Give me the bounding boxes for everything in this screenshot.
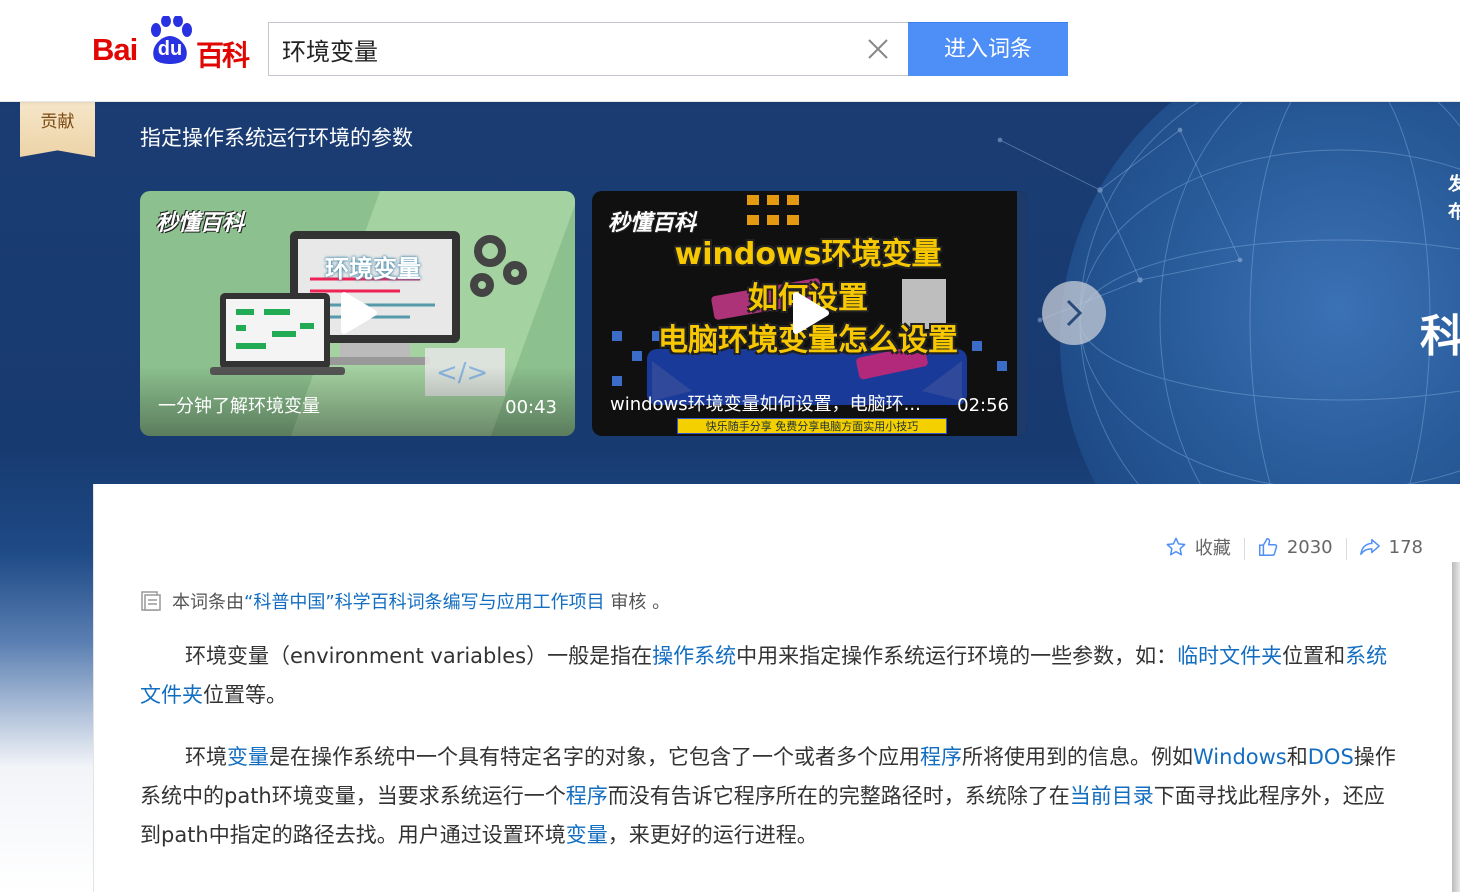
- paragraph-text: 所将使用到的信息。例如: [962, 745, 1193, 769]
- link-operating-system[interactable]: 操作系统: [652, 644, 736, 668]
- contribution-badge[interactable]: 贡献: [20, 102, 95, 157]
- baidu-baike-logo[interactable]: Bai du 百科: [90, 14, 256, 72]
- review-suffix: 审核 。: [604, 592, 671, 613]
- favorite-label: 收藏: [1194, 538, 1231, 559]
- search-input[interactable]: [269, 23, 849, 75]
- share-count: 178: [1388, 536, 1423, 558]
- paragraph-text: 和: [1286, 745, 1308, 769]
- side-panel-edge: [1452, 562, 1460, 892]
- paragraph: 环境变量是在操作系统中一个具有特定名字的对象，它包含了一个或者多个应用程序所将使…: [140, 738, 1402, 855]
- paragraph-text: 位置等。: [203, 683, 287, 707]
- thumbnail-headline: windows环境变量: [674, 237, 942, 272]
- paragraph-text: 中用来指定操作系统运行环境的一些参数，如：: [736, 644, 1178, 668]
- play-icon[interactable]: [790, 291, 830, 335]
- close-icon[interactable]: [867, 38, 889, 60]
- thumbnail-title: 环境变量: [325, 255, 421, 283]
- hero-side-text: 科: [1420, 311, 1460, 362]
- paragraph-text: 而没有告诉它程序所在的完整路径时，系统除了在: [607, 784, 1070, 808]
- video-title: windows环境变量如何设置，电脑环...: [610, 394, 921, 415]
- video-title: 一分钟了解环境变量: [158, 396, 320, 417]
- paragraph-text: 是在操作系统中一个具有特定名字的对象，它包含了一个或者多个应用: [269, 745, 920, 769]
- link-temp-folder[interactable]: 临时文件夹: [1177, 644, 1282, 668]
- video-duration: 02:56: [957, 395, 1009, 416]
- share-button[interactable]: 178: [1345, 536, 1436, 560]
- contribution-label: 贡献: [40, 112, 75, 132]
- enter-entry-button[interactable]: 进入词条: [908, 22, 1068, 76]
- link-variable[interactable]: 变量: [566, 823, 608, 847]
- paragraph-text: 环境: [185, 745, 227, 769]
- video-brand: 秒懂百科: [156, 211, 245, 236]
- video-duration: 00:43: [505, 397, 557, 418]
- video-card[interactable]: </> 环境变量 秒懂百科 一分钟了解环境变量 00:43: [140, 191, 575, 436]
- link-current-directory[interactable]: 当前目录: [1070, 784, 1154, 808]
- entry-subtitle: 指定操作系统运行环境的参数: [140, 126, 413, 150]
- thumbs-up-icon: [1258, 538, 1278, 556]
- link-program[interactable]: 程序: [566, 784, 608, 808]
- review-note: 本词条由“科普中国”科学百科词条编写与应用工作项目 审核 。: [140, 588, 670, 614]
- thumbnail-banner: 快乐随手分享 免费分享电脑方面实用小技巧: [677, 418, 947, 434]
- paragraph-text: 环境变量（environment variables）一般是指在: [185, 644, 653, 668]
- document-icon: [141, 591, 161, 611]
- play-icon[interactable]: [338, 291, 378, 335]
- search-box: [268, 22, 908, 76]
- link-program[interactable]: 程序: [920, 745, 962, 769]
- review-prefix: 本词条由: [172, 592, 244, 613]
- action-bar: 收藏 2030 178: [1152, 534, 1436, 560]
- carousel-next-button[interactable]: [1042, 281, 1106, 345]
- link-windows[interactable]: Windows: [1193, 745, 1287, 769]
- paragraph: 环境变量（environment variables）一般是指在操作系统中用来指…: [140, 637, 1402, 715]
- video-card[interactable]: 秒懂百科 windows环境变量 如何设置 电脑环境变量怎么设置 快乐随手分享 …: [592, 191, 1027, 436]
- chevron-right-icon: [1066, 299, 1083, 327]
- like-button[interactable]: 2030: [1243, 536, 1346, 560]
- review-project-link[interactable]: “科普中国”科学百科词条编写与应用工作项目: [244, 592, 605, 613]
- hero-side-text: 布: [1448, 202, 1460, 223]
- entry-content: 收藏 2030 178 本词条由“科普中国”科学百科词条编写与应用工作项目 审核…: [93, 484, 1460, 892]
- star-icon: [1166, 537, 1186, 556]
- link-dos[interactable]: DOS: [1308, 745, 1354, 769]
- favorite-button[interactable]: 收藏: [1152, 534, 1244, 560]
- paragraph-text: ，来更好的运行进程。: [607, 823, 818, 847]
- paragraph-text: 位置和: [1282, 644, 1346, 668]
- share-icon: [1359, 538, 1380, 556]
- hero-side-text: 发: [1448, 174, 1460, 195]
- link-variable[interactable]: 变量: [227, 745, 269, 769]
- like-count: 2030: [1286, 536, 1333, 558]
- top-header: Bai du 百科 进入词条: [0, 0, 1460, 102]
